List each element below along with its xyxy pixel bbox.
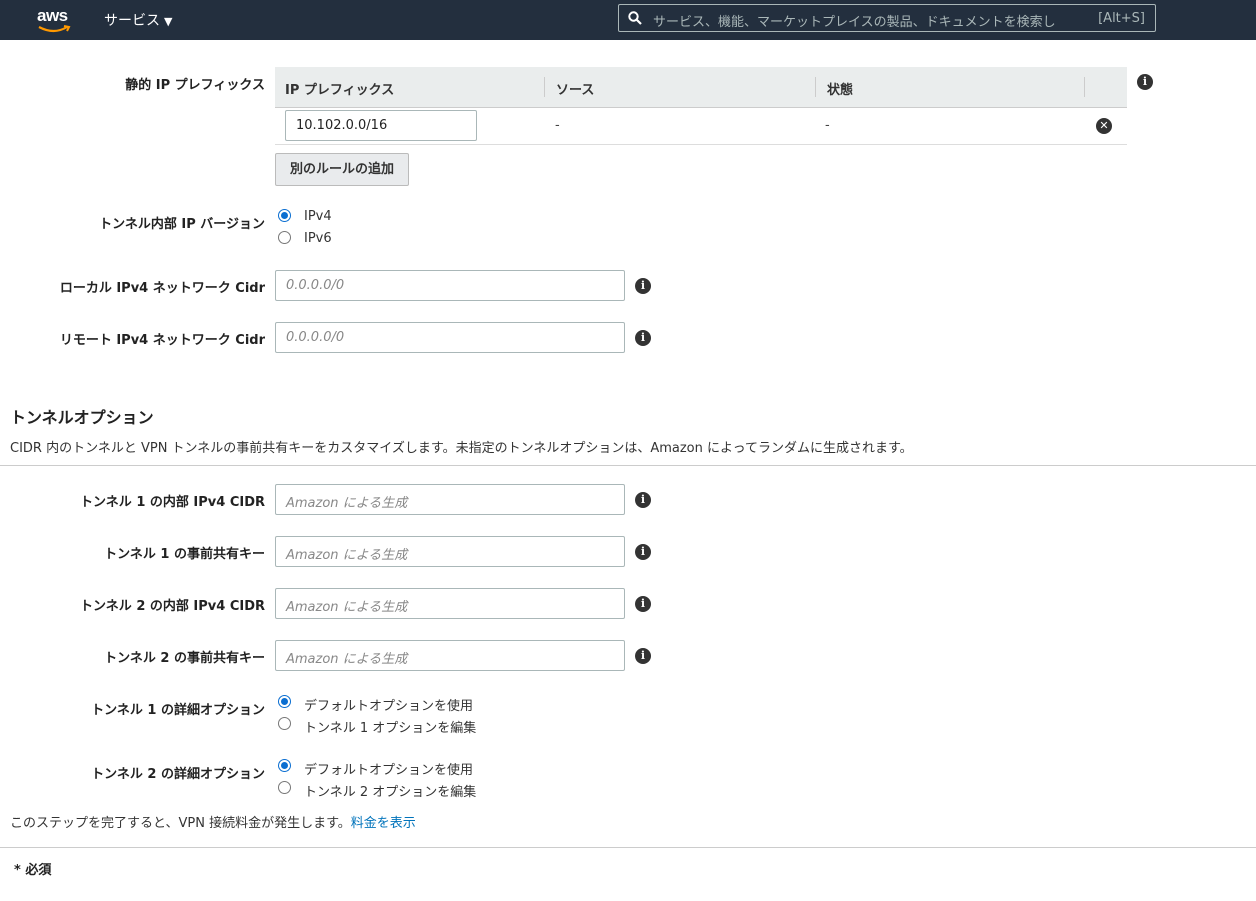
info-icon[interactable]: i xyxy=(635,278,651,294)
charge-note: このステップを完了すると、VPN 接続料金が発生します。料金を表示 xyxy=(10,812,416,831)
pricing-link[interactable]: 料金を表示 xyxy=(351,816,416,831)
aws-smile-icon xyxy=(38,25,71,33)
tunnel1-psk-placeholder: Amazon による生成 xyxy=(286,548,408,563)
column-source: ソース xyxy=(556,83,595,98)
search-shortcut: [Alt+S] xyxy=(1098,11,1145,26)
radio-tunnel1-default-label: デフォルトオプションを使用 xyxy=(304,699,474,714)
radio-tunnel2-default[interactable] xyxy=(278,759,291,772)
info-icon[interactable]: i xyxy=(635,596,651,612)
tunnel2-psk-placeholder: Amazon による生成 xyxy=(286,652,408,667)
services-label: サービス xyxy=(104,13,160,29)
column-divider xyxy=(544,77,545,97)
static-ip-prefix-label: 静的 IP プレフィックス xyxy=(125,78,265,93)
radio-ipv6[interactable] xyxy=(278,231,291,244)
radio-ipv4[interactable] xyxy=(278,209,291,222)
search-placeholder: サービス、機能、マーケットプレイスの製品、ドキュメントを検索し xyxy=(653,15,1056,30)
remote-cidr-input[interactable]: 0.0.0.0/0 xyxy=(275,322,625,353)
info-icon[interactable]: i xyxy=(635,330,651,346)
tunnel-ip-version-label: トンネル内部 IP バージョン xyxy=(99,217,265,232)
column-divider xyxy=(815,77,816,97)
radio-tunnel2-edit[interactable] xyxy=(278,781,291,794)
tunnel1-cidr-placeholder: Amazon による生成 xyxy=(286,496,408,511)
tunnel1-psk-label: トンネル 1 の事前共有キー xyxy=(104,547,265,562)
radio-ipv6-label: IPv6 xyxy=(304,231,332,246)
info-icon[interactable]: i xyxy=(635,648,651,664)
state-value: - xyxy=(825,118,830,133)
radio-tunnel1-default[interactable] xyxy=(278,695,291,708)
tunnel2-cidr-placeholder: Amazon による生成 xyxy=(286,600,408,615)
local-cidr-input[interactable]: 0.0.0.0/0 xyxy=(275,270,625,301)
tunnel2-cidr-input[interactable]: Amazon による生成 xyxy=(275,588,625,619)
caret-down-icon: ▼ xyxy=(164,15,173,28)
tunnel1-psk-input[interactable]: Amazon による生成 xyxy=(275,536,625,567)
column-divider xyxy=(1084,77,1085,97)
ip-prefix-table-header: IP プレフィックス ソース 状態 xyxy=(275,67,1127,108)
add-rule-button[interactable]: 別のルールの追加 xyxy=(275,153,409,186)
info-icon[interactable]: i xyxy=(635,544,651,560)
aws-logo-text: aws xyxy=(37,6,68,25)
tunnel1-cidr-input[interactable]: Amazon による生成 xyxy=(275,484,625,515)
tunnel2-psk-label: トンネル 2 の事前共有キー xyxy=(104,651,265,666)
radio-ipv4-label: IPv4 xyxy=(304,209,332,224)
source-value: - xyxy=(555,118,560,133)
search-icon xyxy=(628,11,642,25)
charge-note-text: このステップを完了すると、VPN 接続料金が発生します。 xyxy=(10,816,351,831)
info-icon[interactable]: i xyxy=(635,492,651,508)
local-cidr-placeholder: 0.0.0.0/0 xyxy=(286,278,345,293)
services-menu[interactable]: サービス ▼ xyxy=(104,10,172,30)
top-nav-bar: aws サービス ▼ サービス、機能、マーケットプレイスの製品、ドキュメントを検索… xyxy=(0,0,1256,40)
ip-prefix-value: 10.102.0.0/16 xyxy=(296,118,388,133)
radio-tunnel1-edit-label: トンネル 1 オプションを編集 xyxy=(304,721,477,736)
required-note: * 必須 xyxy=(14,863,52,878)
column-ip-prefix: IP プレフィックス xyxy=(285,83,395,98)
radio-tunnel1-edit[interactable] xyxy=(278,717,291,730)
tunnel2-advanced-label: トンネル 2 の詳細オプション xyxy=(91,767,265,782)
radio-tunnel2-edit-label: トンネル 2 オプションを編集 xyxy=(304,785,477,800)
tunnel1-advanced-label: トンネル 1 の詳細オプション xyxy=(91,703,265,718)
column-state: 状態 xyxy=(827,83,854,98)
footer-divider xyxy=(0,847,1256,848)
tunnel2-psk-input[interactable]: Amazon による生成 xyxy=(275,640,625,671)
tunnel1-cidr-label: トンネル 1 の内部 IPv4 CIDR xyxy=(80,495,265,510)
search-box[interactable]: サービス、機能、マーケットプレイスの製品、ドキュメントを検索し [Alt+S] xyxy=(618,4,1156,32)
remove-row-icon[interactable]: ✕ xyxy=(1096,118,1112,134)
section-divider xyxy=(0,465,1256,466)
remote-cidr-placeholder: 0.0.0.0/0 xyxy=(286,330,345,345)
tunnel-options-title: トンネルオプション xyxy=(10,408,154,427)
local-cidr-label: ローカル IPv4 ネットワーク Cidr xyxy=(59,281,265,296)
remote-cidr-label: リモート IPv4 ネットワーク Cidr xyxy=(59,333,265,348)
table-row: 10.102.0.0/16 - - ✕ xyxy=(275,108,1127,145)
info-icon[interactable]: i xyxy=(1137,74,1153,90)
tunnel2-cidr-label: トンネル 2 の内部 IPv4 CIDR xyxy=(80,599,265,614)
aws-logo[interactable]: aws xyxy=(37,4,73,34)
ip-prefix-input[interactable]: 10.102.0.0/16 xyxy=(285,110,477,141)
tunnel-options-description: CIDR 内のトンネルと VPN トンネルの事前共有キーをカスタマイズします。未… xyxy=(10,441,913,456)
radio-tunnel2-default-label: デフォルトオプションを使用 xyxy=(304,763,474,778)
